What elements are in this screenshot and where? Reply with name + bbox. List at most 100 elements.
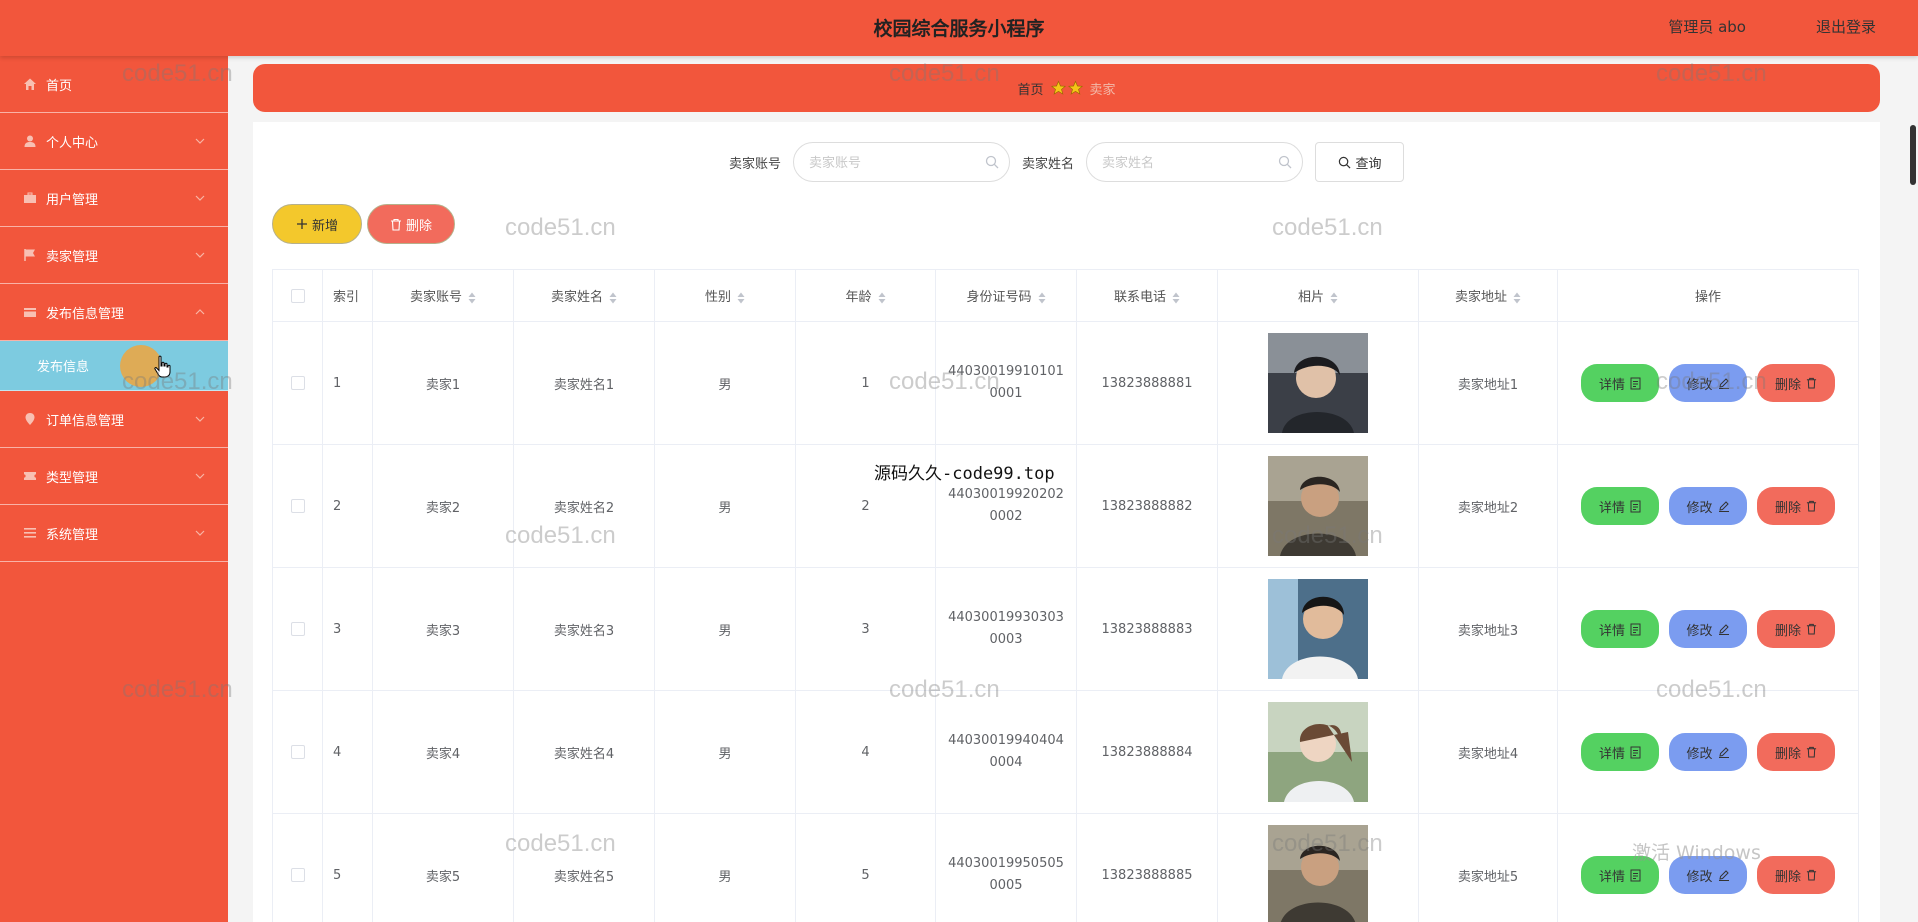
current-user: 管理员 abo xyxy=(1668,18,1746,36)
delete-button[interactable]: 删除 xyxy=(1757,610,1835,648)
row-checkbox[interactable] xyxy=(290,376,305,390)
sidebar-item-label: 首页 xyxy=(46,78,73,94)
ticket-icon xyxy=(22,468,38,484)
cell-address: 卖家地址3 xyxy=(1418,567,1558,691)
batch-delete-button[interactable]: 删除 xyxy=(367,204,455,244)
list-icon xyxy=(22,525,38,541)
column-header-name[interactable]: 卖家姓名 xyxy=(513,269,655,322)
add-label: 新增 xyxy=(311,218,338,234)
sidebar-item-publish[interactable]: 发布信息管理 xyxy=(0,284,228,341)
sidebar-item-types[interactable]: 类型管理 xyxy=(0,448,228,505)
query-button[interactable]: 查询 xyxy=(1315,142,1405,182)
column-header-label: 年龄 xyxy=(845,290,872,305)
cell-account: 卖家1 xyxy=(372,321,514,445)
row-checkbox[interactable] xyxy=(290,499,305,513)
sidebar-item-sellers[interactable]: 卖家管理 xyxy=(0,227,228,284)
sort-icon[interactable] xyxy=(1330,292,1338,304)
sort-icon[interactable] xyxy=(878,292,886,304)
detail-button[interactable]: 详情 xyxy=(1581,733,1659,771)
idcard-text: 440300199505050005 xyxy=(948,856,1064,893)
sort-icon[interactable] xyxy=(468,292,476,304)
edit-button[interactable]: 修改 xyxy=(1669,856,1747,894)
location-icon xyxy=(22,411,38,427)
detail-button[interactable]: 详情 xyxy=(1581,487,1659,525)
detail-label: 详情 xyxy=(1598,623,1625,639)
detail-button[interactable]: 详情 xyxy=(1581,364,1659,402)
column-header-gender[interactable]: 性别 xyxy=(654,269,796,322)
cell-idcard: 440300199101010001 xyxy=(935,321,1077,445)
row-checkbox[interactable] xyxy=(290,745,305,759)
delete-button[interactable]: 删除 xyxy=(1757,733,1835,771)
column-header-address[interactable]: 卖家地址 xyxy=(1418,269,1558,322)
document-icon xyxy=(1630,623,1641,635)
sort-icon[interactable] xyxy=(1038,292,1046,304)
select-all-checkbox[interactable] xyxy=(290,288,305,303)
sort-icon[interactable] xyxy=(1513,292,1521,304)
logout-link[interactable]: 退出登录 xyxy=(1816,16,1876,37)
sidebar-item-home[interactable]: 首页 xyxy=(0,56,228,113)
cell-actions: 详情 修改 删除 xyxy=(1557,690,1859,814)
column-header-idcard[interactable]: 身份证号码 xyxy=(935,269,1077,322)
edit-button[interactable]: 修改 xyxy=(1669,733,1747,771)
cell-address: 卖家地址5 xyxy=(1418,813,1558,922)
delete-button[interactable]: 删除 xyxy=(1757,487,1835,525)
column-header-label: 卖家账号 xyxy=(409,290,462,305)
sidebar-item-label: 系统管理 xyxy=(46,527,99,543)
sidebar-item-profile[interactable]: 个人中心 xyxy=(0,113,228,170)
name-label: 卖家姓名 xyxy=(1022,156,1075,172)
cell-account: 卖家5 xyxy=(372,813,514,922)
edit-button[interactable]: 修改 xyxy=(1669,364,1747,402)
trash-icon xyxy=(1806,500,1817,512)
row-select-cell xyxy=(272,690,323,814)
cell-index: 5 xyxy=(322,813,373,922)
page-scrollbar[interactable] xyxy=(1910,125,1916,185)
idcard-text: 440300199404040004 xyxy=(948,733,1064,770)
add-button[interactable]: 新增 xyxy=(272,204,362,244)
cell-phone: 13823888882 xyxy=(1076,444,1218,568)
edit-icon xyxy=(1718,378,1729,389)
sidebar: 首页 个人中心 用户管理 卖家管理 发布信息管理 发布信息 订单信息管理 类型管… xyxy=(0,56,228,922)
table-row: 3 卖家3 卖家姓名3 男 3 440300199303030003 13823… xyxy=(272,567,1859,691)
column-header-phone[interactable]: 联系电话 xyxy=(1076,269,1218,322)
edit-button[interactable]: 修改 xyxy=(1669,610,1747,648)
sidebar-item-label: 发布信息管理 xyxy=(46,306,125,322)
sort-icon[interactable] xyxy=(1172,292,1180,304)
sidebar-item-users[interactable]: 用户管理 xyxy=(0,170,228,227)
column-header-age[interactable]: 年龄 xyxy=(795,269,936,322)
breadcrumb: 首页 卖家 xyxy=(253,64,1880,112)
edit-icon xyxy=(1718,870,1729,881)
cell-name: 卖家姓名4 xyxy=(513,690,655,814)
delete-label: 删除 xyxy=(1774,869,1801,885)
detail-button[interactable]: 详情 xyxy=(1581,856,1659,894)
cell-age: 4 xyxy=(795,690,936,814)
cell-actions: 详情 修改 删除 xyxy=(1557,321,1859,445)
column-header-account[interactable]: 卖家账号 xyxy=(372,269,514,322)
sidebar-item-system[interactable]: 系统管理 xyxy=(0,505,228,562)
edit-label: 修改 xyxy=(1686,500,1713,516)
row-checkbox[interactable] xyxy=(290,868,305,882)
edit-button[interactable]: 修改 xyxy=(1669,487,1747,525)
cell-idcard: 440300199505050005 xyxy=(935,813,1077,922)
cell-phone: 13823888883 xyxy=(1076,567,1218,691)
seller-photo xyxy=(1268,333,1368,433)
row-checkbox[interactable] xyxy=(290,622,305,636)
name-search-input[interactable] xyxy=(1087,143,1303,181)
edit-icon xyxy=(1718,501,1729,512)
cell-idcard: 440300199404040004 xyxy=(935,690,1077,814)
sort-icon[interactable] xyxy=(609,292,617,304)
sidebar-subitem-publish-info[interactable]: 发布信息 xyxy=(0,341,228,391)
delete-button[interactable]: 删除 xyxy=(1757,364,1835,402)
idcard-text: 440300199202020002 xyxy=(948,487,1064,524)
detail-button[interactable]: 详情 xyxy=(1581,610,1659,648)
sidebar-item-orders[interactable]: 订单信息管理 xyxy=(0,391,228,448)
trash-icon xyxy=(1806,746,1817,758)
briefcase-icon xyxy=(22,190,38,206)
column-header-photo[interactable]: 相片 xyxy=(1217,269,1419,322)
cell-actions: 详情 修改 删除 xyxy=(1557,444,1859,568)
seller-photo xyxy=(1268,825,1368,922)
sort-icon[interactable] xyxy=(737,292,745,304)
chevron-down-icon xyxy=(195,473,205,479)
delete-button[interactable]: 删除 xyxy=(1757,856,1835,894)
breadcrumb-home[interactable]: 首页 xyxy=(1017,79,1043,98)
account-search-input[interactable] xyxy=(794,143,1009,181)
